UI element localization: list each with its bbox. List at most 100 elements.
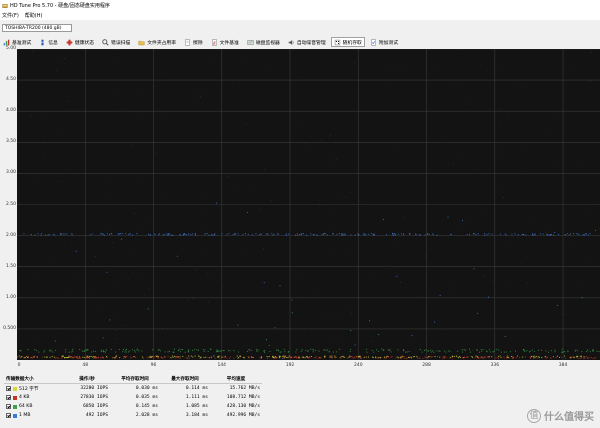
series-1-point xyxy=(86,356,88,358)
series-2-point xyxy=(50,349,52,351)
series-1-point xyxy=(224,357,226,359)
tab-erase[interactable]: 擦除 xyxy=(181,37,206,47)
tab-file-benchmark[interactable]: 文件基准 xyxy=(208,37,242,47)
series-3-point xyxy=(285,234,287,236)
series-2-point xyxy=(95,350,97,352)
series-1-point xyxy=(239,356,241,358)
series-2-point xyxy=(567,350,569,352)
series-3-point xyxy=(504,233,506,235)
series-0-point xyxy=(282,356,284,358)
series-2-point xyxy=(488,349,491,351)
tab-aam[interactable]: 自动噪音管理 xyxy=(285,37,329,47)
series-2-point xyxy=(188,349,190,351)
series-1-point xyxy=(529,356,531,358)
tab-health[interactable]: 健康状态 xyxy=(63,37,97,47)
tab-label: 文件夹占用率 xyxy=(147,40,177,46)
tab-error-scan[interactable]: 错误扫描 xyxy=(99,37,133,47)
series-0-point xyxy=(319,356,321,358)
max-access-cell: 1.111 ms xyxy=(185,395,208,400)
series-3-point xyxy=(373,233,375,235)
ops-cell: 6850 IOPS xyxy=(83,404,108,409)
tab-folder-usage[interactable]: 文件夹占用率 xyxy=(135,37,179,47)
tab-info[interactable]: 信息 xyxy=(36,37,61,47)
series-0-point xyxy=(198,355,200,357)
tab-extra-tests[interactable]: 附加测试 xyxy=(367,37,401,47)
plot-canvas xyxy=(17,49,600,360)
series-2-point xyxy=(125,349,127,351)
scatter-noise-point xyxy=(571,243,573,245)
avg-access-cell: 0.035 ms xyxy=(135,395,158,400)
series-2-point xyxy=(300,350,302,352)
y-tick-label: 1.50 xyxy=(5,263,16,269)
series-2-point xyxy=(547,351,550,353)
scatter-noise-point xyxy=(503,197,505,198)
series-3-point xyxy=(385,234,388,236)
series-2-point xyxy=(92,350,94,352)
series-2-point xyxy=(136,348,138,350)
scatter-noise-point xyxy=(324,204,326,206)
series-2-point xyxy=(100,351,102,353)
series-2-point xyxy=(172,351,174,353)
scatter-noise-point xyxy=(486,208,488,210)
avg-speed-cell: 108.712 MB/s xyxy=(226,395,260,400)
scatter-noise-point xyxy=(417,296,419,297)
series-2-point xyxy=(545,350,547,352)
series-0-point xyxy=(409,356,411,358)
series-3-point xyxy=(578,234,580,236)
series-checkbox[interactable] xyxy=(6,404,11,409)
series-2-point xyxy=(152,349,154,351)
series-3-point xyxy=(418,234,420,236)
series-0-point xyxy=(112,357,114,359)
series-1-point xyxy=(400,357,402,359)
series-1-point xyxy=(284,356,286,358)
tab-disk-monitor[interactable]: 磁盘监视器 xyxy=(244,37,283,47)
menu-help[interactable]: 帮助(H) xyxy=(25,12,43,19)
series-2-point xyxy=(203,350,205,352)
scatter-noise-point xyxy=(335,313,337,315)
scatter-noise-point xyxy=(501,184,503,185)
series-0-point xyxy=(87,356,89,358)
series-0-point xyxy=(44,356,46,358)
y-tick-label: 4.00 xyxy=(5,108,16,114)
series-checkbox[interactable] xyxy=(6,413,11,418)
series-2-point xyxy=(556,304,558,307)
series-2-point xyxy=(91,351,93,353)
series-0-point xyxy=(287,356,289,358)
drive-select[interactable]: TOSHIBA-TR200 (480 gB) xyxy=(2,24,72,32)
scatter-noise-point xyxy=(66,100,68,102)
series-2-point xyxy=(52,351,54,353)
series-3-point xyxy=(305,234,308,236)
series-3-point xyxy=(232,234,234,236)
series-0-point xyxy=(46,356,48,358)
series-1-point xyxy=(284,357,286,359)
series-2-point xyxy=(307,349,309,351)
series-1-point xyxy=(130,357,132,359)
series-2-point xyxy=(443,350,445,352)
scatter-noise-point xyxy=(546,127,548,129)
series-3-point xyxy=(263,282,265,284)
scatter-noise-point xyxy=(330,337,331,338)
scatter-noise-point xyxy=(528,218,530,219)
series-2-point xyxy=(305,349,307,351)
series-3-point xyxy=(103,234,105,236)
scatter-noise-point xyxy=(114,286,115,287)
series-2-point xyxy=(528,351,530,353)
series-checkbox[interactable] xyxy=(6,386,11,391)
tab-random-access[interactable]: 随机存取 xyxy=(330,37,365,47)
menu-file[interactable]: 文件(F) xyxy=(2,12,19,19)
series-0-point xyxy=(141,356,143,358)
scatter-noise-point xyxy=(134,213,135,214)
series-3-point xyxy=(271,232,273,235)
series-1-point xyxy=(167,356,169,358)
avg-access-cell: 0.145 ms xyxy=(135,404,158,409)
series-2-point xyxy=(114,351,117,353)
series-3-point xyxy=(103,233,105,236)
series-2-point xyxy=(87,349,89,351)
series-1-point xyxy=(580,356,582,358)
series-3-point xyxy=(461,220,464,222)
series-1-point xyxy=(496,357,498,359)
scatter-noise-point xyxy=(101,306,103,308)
series-2-point xyxy=(124,351,126,353)
series-checkbox[interactable] xyxy=(6,395,11,400)
scatter-noise-point xyxy=(111,227,113,228)
